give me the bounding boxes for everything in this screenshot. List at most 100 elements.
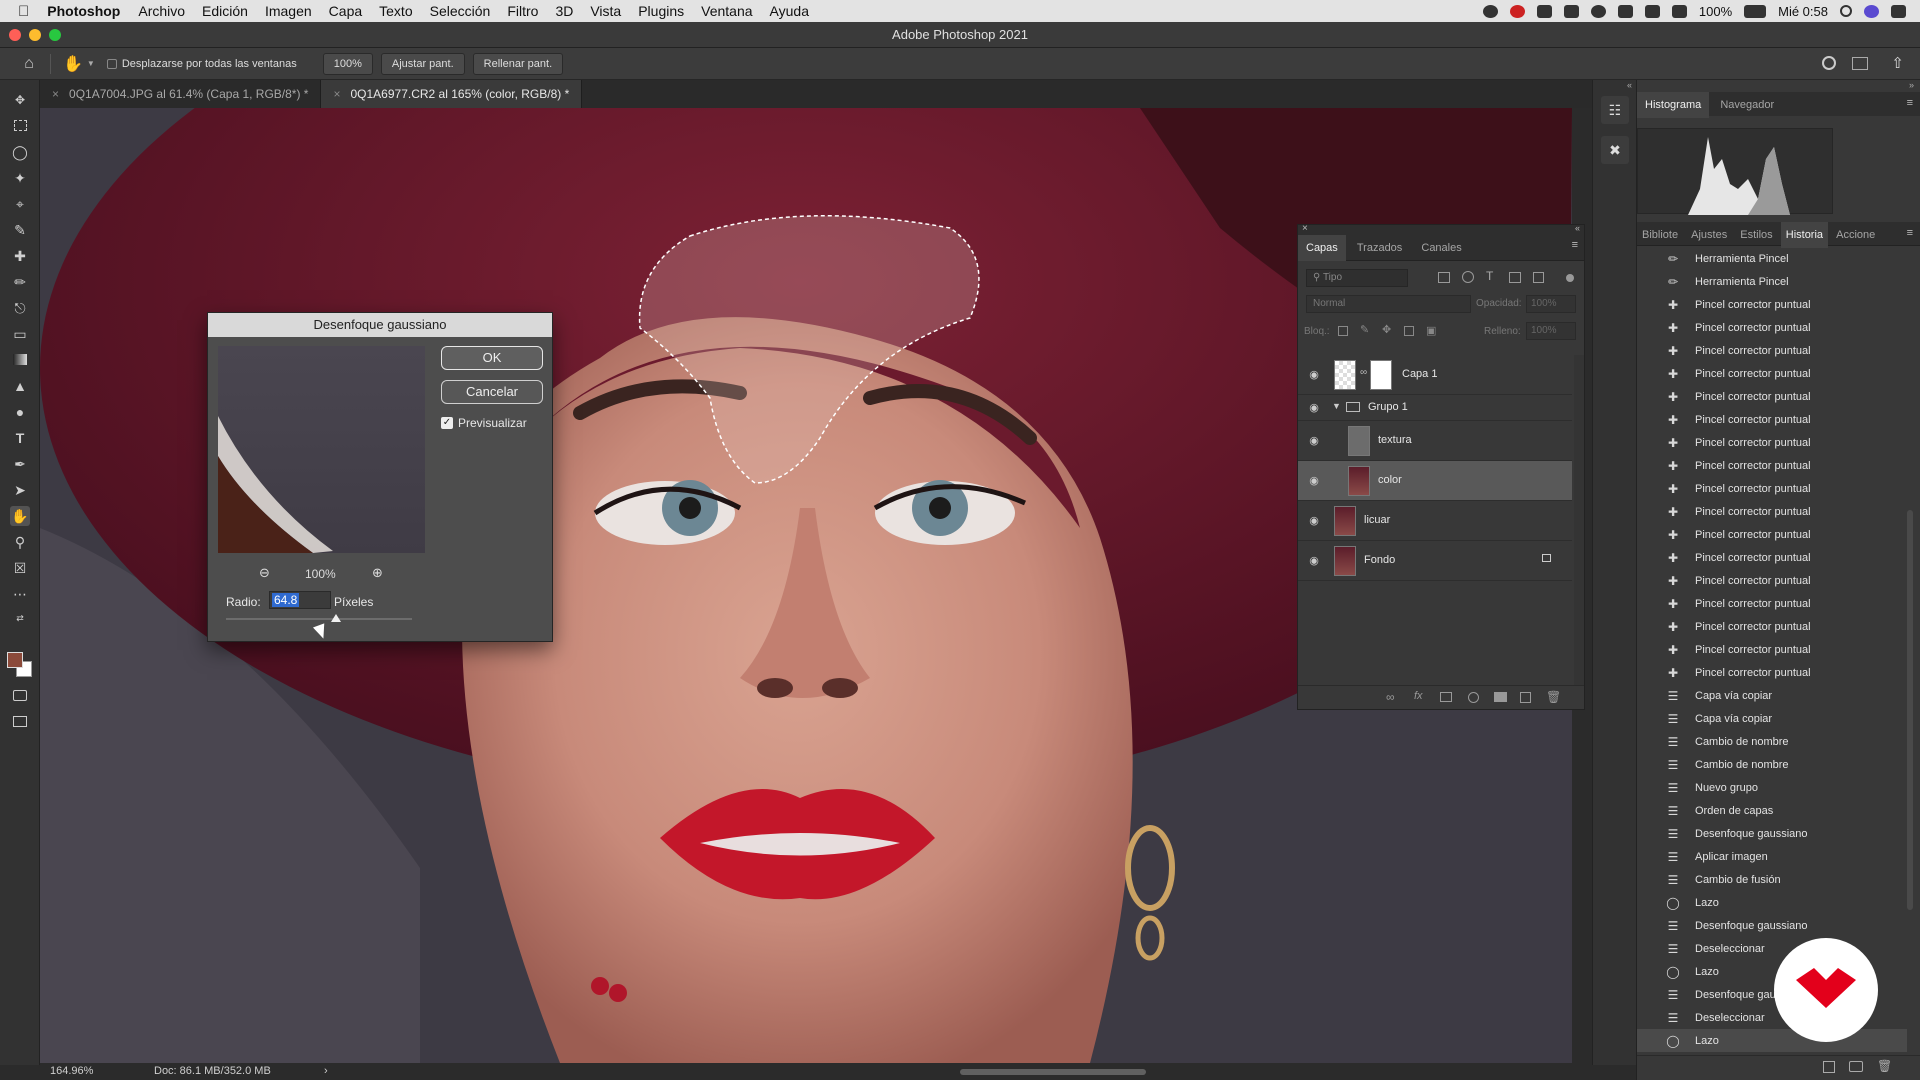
clone-stamp-tool-icon[interactable]: ⎋ <box>10 298 30 318</box>
new-document-from-state-icon[interactable] <box>1823 1061 1835 1073</box>
siri-icon[interactable] <box>1864 4 1879 18</box>
eraser-tool-icon[interactable]: ▭ <box>10 324 30 344</box>
layer-style-fx-icon[interactable]: fx <box>1414 690 1423 702</box>
panel-menu-icon[interactable]: ≡ <box>1572 239 1578 251</box>
lock-artboard-icon[interactable] <box>1404 326 1414 336</box>
move-tool-icon[interactable]: ✥ <box>10 90 30 110</box>
history-state[interactable]: ✚ Pincel corrector puntual <box>1637 638 1907 661</box>
blur-preview[interactable] <box>218 346 425 553</box>
zoom-readout[interactable]: 164.96% <box>50 1063 93 1080</box>
visibility-eye-icon[interactable]: ◉ <box>1306 401 1322 415</box>
group-expand-chevron-icon[interactable]: ▼ <box>1332 401 1341 411</box>
tab-document-1[interactable]: × 0Q1A7004.JPG al 61.4% (Capa 1, RGB/8*) … <box>40 80 322 108</box>
history-state[interactable]: ✚ Pincel corrector puntual <box>1637 523 1907 546</box>
record-icon[interactable] <box>1482 4 1498 18</box>
ok-button[interactable]: OK <box>441 346 543 370</box>
expand-dock-icon[interactable]: » <box>1909 80 1914 90</box>
history-state[interactable]: ☰ Capa vía copiar <box>1637 707 1907 730</box>
menu-archivo[interactable]: Archivo <box>138 3 185 19</box>
apple-menu-icon[interactable]:  <box>18 3 29 20</box>
wifi-icon[interactable] <box>1644 4 1660 18</box>
chain-link-icon[interactable]: ∞ <box>1360 367 1367 378</box>
history-state[interactable]: ✚ Pincel corrector puntual <box>1637 339 1907 362</box>
delete-state-icon[interactable]: 🗑 <box>1877 1059 1892 1073</box>
volume-icon[interactable] <box>1671 4 1687 18</box>
search-icon[interactable] <box>1822 56 1836 70</box>
lock-transparent-icon[interactable] <box>1338 326 1348 336</box>
creative-cloud-icon[interactable] <box>1509 4 1525 18</box>
blend-mode-select[interactable]: Normal <box>1306 295 1471 313</box>
gradient-tool-icon[interactable] <box>10 350 30 370</box>
foreground-color-swatch[interactable] <box>7 652 23 668</box>
fill-input[interactable]: 100% <box>1526 322 1576 340</box>
quick-selection-tool-icon[interactable]: ✦ <box>10 168 30 188</box>
menu-plugins[interactable]: Plugins <box>638 3 684 19</box>
layers-scrollbar[interactable] <box>1574 355 1584 685</box>
history-state[interactable]: ☰ Capa vía copiar <box>1637 684 1907 707</box>
history-state[interactable]: ✏ Herramienta Pincel <box>1637 247 1907 270</box>
eyedropper-tool-icon[interactable]: ✎ <box>10 220 30 240</box>
history-state[interactable]: ☰ Desenfoque gaussiano <box>1637 914 1907 937</box>
history-scrollbar[interactable] <box>1907 510 1913 910</box>
path-selection-tool-icon[interactable]: ➤ <box>10 480 30 500</box>
screen-mode-icon[interactable] <box>10 712 30 732</box>
history-state[interactable]: ✚ Pincel corrector puntual <box>1637 615 1907 638</box>
history-state[interactable]: ◯ Lazo <box>1637 891 1907 914</box>
history-state[interactable]: ✚ Pincel corrector puntual <box>1637 316 1907 339</box>
history-state[interactable]: ☰ Cambio de nombre <box>1637 753 1907 776</box>
scroll-all-windows-checkbox[interactable] <box>106 58 117 69</box>
tab-ajustes[interactable]: Ajustes <box>1686 222 1732 248</box>
history-state[interactable]: ☰ Aplicar imagen <box>1637 845 1907 868</box>
workspace-icon[interactable] <box>1852 57 1868 70</box>
history-state[interactable]: ✚ Pincel corrector puntual <box>1637 454 1907 477</box>
menu-ventana[interactable]: Ventana <box>701 3 752 19</box>
close-icon[interactable]: × <box>333 87 340 101</box>
history-state[interactable]: ✚ Pincel corrector puntual <box>1637 431 1907 454</box>
panel-close-icon[interactable]: × <box>1302 223 1308 234</box>
preset-dropdown-icon[interactable]: ▼ <box>87 59 95 68</box>
delete-layer-icon[interactable]: 🗑 <box>1546 690 1561 704</box>
tab-canales[interactable]: Canales <box>1413 235 1469 261</box>
menu-imagen[interactable]: Imagen <box>265 3 312 19</box>
lasso-tool-icon[interactable]: ◯ <box>10 142 30 162</box>
visibility-eye-icon[interactable]: ◉ <box>1306 474 1322 488</box>
layer-grupo-1[interactable]: ◉ ▼ Grupo 1 <box>1298 395 1572 421</box>
layer-textura[interactable]: ◉ textura <box>1298 421 1572 461</box>
history-state[interactable]: ✚ Pincel corrector puntual <box>1637 546 1907 569</box>
control-center-icon[interactable] <box>1891 4 1906 18</box>
panel-menu-icon[interactable]: ≡ <box>1907 227 1913 239</box>
history-state[interactable]: ✚ Pincel corrector puntual <box>1637 592 1907 615</box>
marquee-tool-icon[interactable] <box>10 116 30 136</box>
hand-tool-preset-icon[interactable]: ✋ <box>63 54 83 74</box>
collapse-panels-icon[interactable]: « <box>1627 80 1632 90</box>
horizontal-scrollbar[interactable] <box>960 1069 1146 1075</box>
learn-panel-icon[interactable]: ☷ <box>1601 96 1629 124</box>
history-state[interactable]: ✚ Pincel corrector puntual <box>1637 362 1907 385</box>
sync-icon[interactable] <box>1590 4 1606 18</box>
close-icon[interactable]: × <box>52 87 59 101</box>
brush-tool-icon[interactable]: ✏ <box>10 272 30 292</box>
pen-tool-icon[interactable]: ✒ <box>10 454 30 474</box>
share-icon[interactable]: ⇧ <box>1891 54 1904 72</box>
menu-filtro[interactable]: Filtro <box>507 3 538 19</box>
cancel-button[interactable]: Cancelar <box>441 380 543 404</box>
history-state[interactable]: ✚ Pincel corrector puntual <box>1637 661 1907 684</box>
opacity-input[interactable]: 100% <box>1526 295 1576 313</box>
window-minimize-button[interactable] <box>29 29 41 41</box>
filter-adjustment-icon[interactable] <box>1462 271 1474 283</box>
app-status-icon[interactable] <box>1536 4 1552 18</box>
history-state[interactable]: ✏ Herramienta Pincel <box>1637 270 1907 293</box>
fill-screen-button[interactable]: Rellenar pant. <box>472 52 564 75</box>
zoom-100-button[interactable]: 100% <box>322 52 373 75</box>
tab-historia[interactable]: Historia <box>1780 222 1829 248</box>
swap-colors-icon[interactable]: ⇄ <box>10 608 30 628</box>
battery-icon[interactable] <box>1744 4 1767 18</box>
dodge-tool-icon[interactable]: ● <box>10 402 30 422</box>
tab-document-2[interactable]: × 0Q1A6977.CR2 al 165% (color, RGB/8) * <box>321 80 583 108</box>
menu-edicion[interactable]: Edición <box>202 3 248 19</box>
visibility-eye-icon[interactable]: ◉ <box>1306 368 1322 382</box>
history-state[interactable]: ☰ Cambio de nombre <box>1637 730 1907 753</box>
radius-slider-track[interactable] <box>226 618 412 620</box>
panel-collapse-icon[interactable]: « <box>1575 223 1580 233</box>
history-state[interactable]: ✚ Pincel corrector puntual <box>1637 500 1907 523</box>
